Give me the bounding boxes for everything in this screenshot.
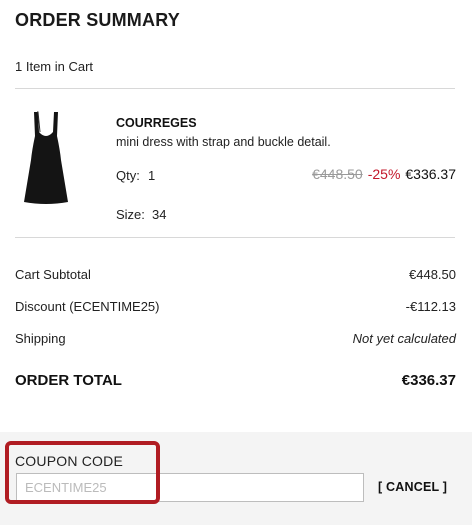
subtotal-label: Cart Subtotal [15,267,91,282]
product-brand[interactable]: COURREGES [116,116,197,130]
cancel-coupon-button[interactable]: [ CANCEL ] [378,480,447,494]
shipping-value: Not yet calculated [352,331,456,346]
qty-value: 1 [148,168,156,183]
order-total-label: ORDER TOTAL [15,372,122,389]
order-summary-panel: ORDER SUMMARY 1 Item in Cart COURREGES m… [0,0,472,525]
original-price: €448.50 [312,166,363,182]
discount-value: -€112.13 [405,299,456,314]
discount-row: Discount (ECENTIME25) -€112.13 [15,299,456,314]
coupon-input[interactable] [16,473,364,502]
product-image[interactable] [20,110,72,206]
subtotal-value: €448.50 [409,267,456,282]
divider [15,88,455,89]
size-label: Size: [116,207,145,222]
coupon-label: COUPON CODE [15,453,123,469]
divider [15,237,455,238]
qty-label: Qty: [116,168,140,183]
discount-percent: -25% [367,166,401,182]
price-row: €448.50 -25% €336.37 [312,166,456,182]
product-description: mini dress with strap and buckle detail. [116,135,331,149]
order-total-value: €336.37 [401,372,456,389]
final-price: €336.37 [405,166,456,182]
shipping-row: Shipping Not yet calculated [15,331,456,346]
shipping-label: Shipping [15,331,66,346]
cart-item-count: 1 Item in Cart [15,59,94,74]
discount-label: Discount (ECENTIME25) [15,299,160,314]
size-value: 34 [152,207,167,222]
subtotal-row: Cart Subtotal €448.50 [15,267,456,282]
page-title: ORDER SUMMARY [15,10,180,30]
order-total-row: ORDER TOTAL €336.37 [15,372,456,389]
